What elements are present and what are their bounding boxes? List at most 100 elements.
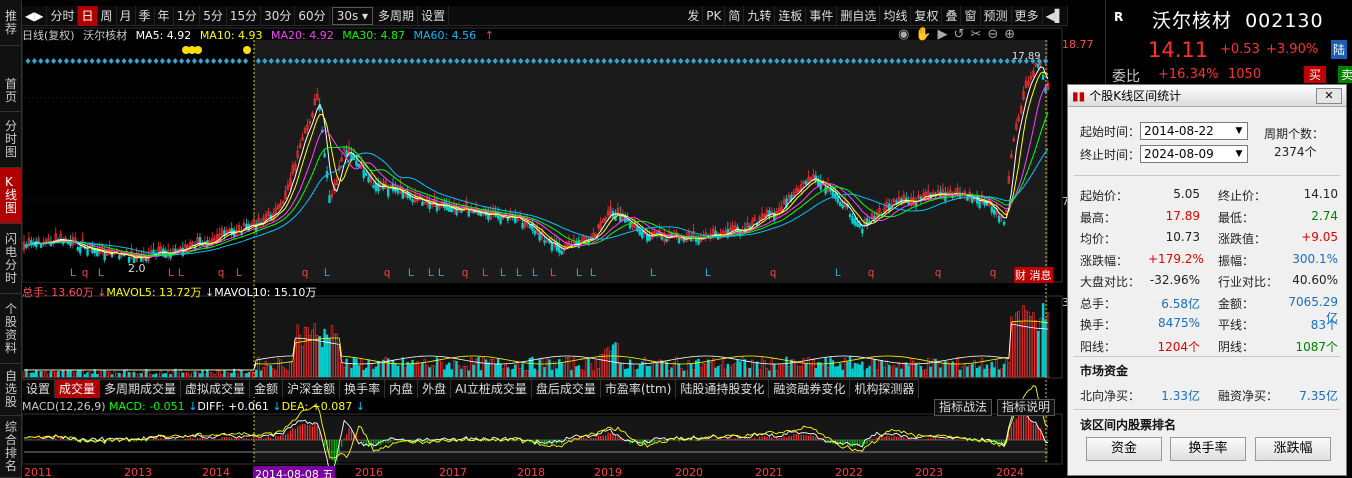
candle-body xyxy=(1037,63,1040,68)
signal-marker: L xyxy=(576,267,582,279)
stat-label: 金额： xyxy=(1218,296,1255,311)
play-icon[interactable]: ▶ xyxy=(938,27,954,42)
stat-value: +9.05 xyxy=(1301,230,1338,244)
volume-bar xyxy=(484,359,488,378)
volume-bar xyxy=(550,369,554,378)
volume-bar xyxy=(113,371,116,378)
candle-body xyxy=(660,236,664,240)
tab-4[interactable]: 金额 xyxy=(250,380,284,398)
candle-body xyxy=(374,182,378,192)
divider xyxy=(1074,356,1340,357)
tab-5[interactable]: 沪深金额 xyxy=(283,380,341,398)
volume-bar xyxy=(829,357,832,378)
tab-9[interactable]: AI立桩成交量 xyxy=(451,380,532,398)
candle-body xyxy=(528,225,532,228)
rank-turnover-button[interactable]: 换手率 xyxy=(1170,437,1246,461)
volume-bar xyxy=(865,368,869,378)
volume-bar xyxy=(39,371,43,378)
volume-bar xyxy=(164,373,167,378)
volume-bar xyxy=(726,363,730,378)
tab-3[interactable]: 虚拟成交量 xyxy=(181,380,251,398)
stat-label: 平线： xyxy=(1218,318,1255,332)
eye-icon[interactable]: ◉ xyxy=(898,27,915,42)
tab-8[interactable]: 外盘 xyxy=(418,380,452,398)
end-date-select[interactable]: 2024-08-09 ▼ xyxy=(1140,145,1248,163)
rank-section-title: 该区间内股票排名 xyxy=(1080,418,1177,432)
buy-button[interactable]: 买 xyxy=(1304,66,1327,83)
volume-bar xyxy=(225,372,229,378)
volume-bar xyxy=(132,371,136,378)
volume-bar xyxy=(198,373,202,378)
tab-6[interactable]: 换手率 xyxy=(340,380,386,398)
stat-label: 最低： xyxy=(1218,210,1255,225)
tab-10[interactable]: 盘后成交量 xyxy=(532,380,601,398)
candle-body xyxy=(858,224,862,228)
volume-bar xyxy=(748,367,752,378)
minus-icon[interactable]: ⊖ xyxy=(987,27,1004,42)
volume-bar xyxy=(130,372,133,378)
signal-marker: L xyxy=(650,267,656,279)
indicator-help-button[interactable]: 指标说明 xyxy=(997,399,1056,416)
news-marker[interactable]: 财 消息 xyxy=(1014,267,1053,283)
low-price-label: 2.0 xyxy=(128,262,146,275)
volume-bar xyxy=(880,359,884,378)
hand-icon[interactable]: ✋ xyxy=(915,27,937,42)
volume-bar xyxy=(247,372,251,378)
start-date-select[interactable]: 2014-08-22 ▼ xyxy=(1140,122,1248,140)
tab-0[interactable]: 设置 xyxy=(22,380,56,398)
volume-bar xyxy=(421,362,424,378)
volume-bar xyxy=(101,369,104,378)
volume-bar xyxy=(487,362,490,378)
candle-body xyxy=(386,188,390,197)
signal-marker: L xyxy=(550,267,556,279)
selected-range-macd-area xyxy=(254,416,1048,462)
dialog-titlebar[interactable]: ▮▮ 个股K线区间统计 xyxy=(1068,85,1346,107)
ma5-label: MA5: 4.92 xyxy=(135,29,192,42)
volume-bar xyxy=(521,363,524,378)
undo-icon[interactable]: ↺ xyxy=(954,27,971,42)
volume-bar xyxy=(558,359,561,378)
volume-bar xyxy=(118,372,121,378)
volume-bar xyxy=(123,370,126,378)
tab-11[interactable]: 市盈率(ttm) xyxy=(601,380,677,398)
signal-marker: L xyxy=(835,267,841,279)
year-label: 2022 xyxy=(835,466,863,478)
volume-bar xyxy=(768,370,771,378)
volume-bar xyxy=(707,359,710,378)
volume-bar xyxy=(511,368,514,378)
volume-bar xyxy=(27,373,31,378)
candle-body xyxy=(993,209,996,215)
indicator-strategy-button[interactable]: 指标战法 xyxy=(934,399,993,416)
plus-icon[interactable]: ⊕ xyxy=(1004,27,1021,42)
volume-bar xyxy=(125,369,128,378)
sell-button[interactable]: 卖 xyxy=(1338,66,1352,83)
close-icon[interactable]: ✕ xyxy=(1316,88,1342,104)
year-label: 2011 xyxy=(24,466,52,478)
start-label: 起始时间： xyxy=(1080,125,1141,139)
volume-bar xyxy=(250,370,253,378)
volume-bar xyxy=(555,368,558,378)
hk-connect-tag: 陆 xyxy=(1331,40,1348,59)
tab-1[interactable]: 成交量 xyxy=(55,380,101,398)
rank-fund-button[interactable]: 资金 xyxy=(1086,437,1162,461)
tab-12[interactable]: 陆股通持股变化 xyxy=(676,380,770,398)
tab-14[interactable]: 机构探测器 xyxy=(850,380,920,398)
tab-2[interactable]: 多周期成交量 xyxy=(100,380,182,398)
rank-change-button[interactable]: 涨跌幅 xyxy=(1255,437,1331,461)
volume-bar xyxy=(96,373,99,378)
tab-7[interactable]: 内盘 xyxy=(385,380,419,398)
end-date-value: 2024-08-09 xyxy=(1144,147,1214,161)
chart-tools: ◉✋▶↺✂⊖⊕ xyxy=(898,27,1021,42)
volume-bar xyxy=(127,372,131,378)
volume-bar xyxy=(506,367,510,378)
price-axis-top: 18.77 xyxy=(1062,38,1094,51)
candle-body xyxy=(533,230,536,235)
tab-13[interactable]: 融资融券变化 xyxy=(769,380,851,398)
volume-bar xyxy=(154,373,158,378)
candle-body xyxy=(538,232,541,241)
cut-icon[interactable]: ✂ xyxy=(970,27,987,42)
volume-bar xyxy=(538,359,541,378)
volume-bar xyxy=(919,365,923,378)
candle-body xyxy=(814,175,818,182)
candle-body xyxy=(76,247,79,251)
